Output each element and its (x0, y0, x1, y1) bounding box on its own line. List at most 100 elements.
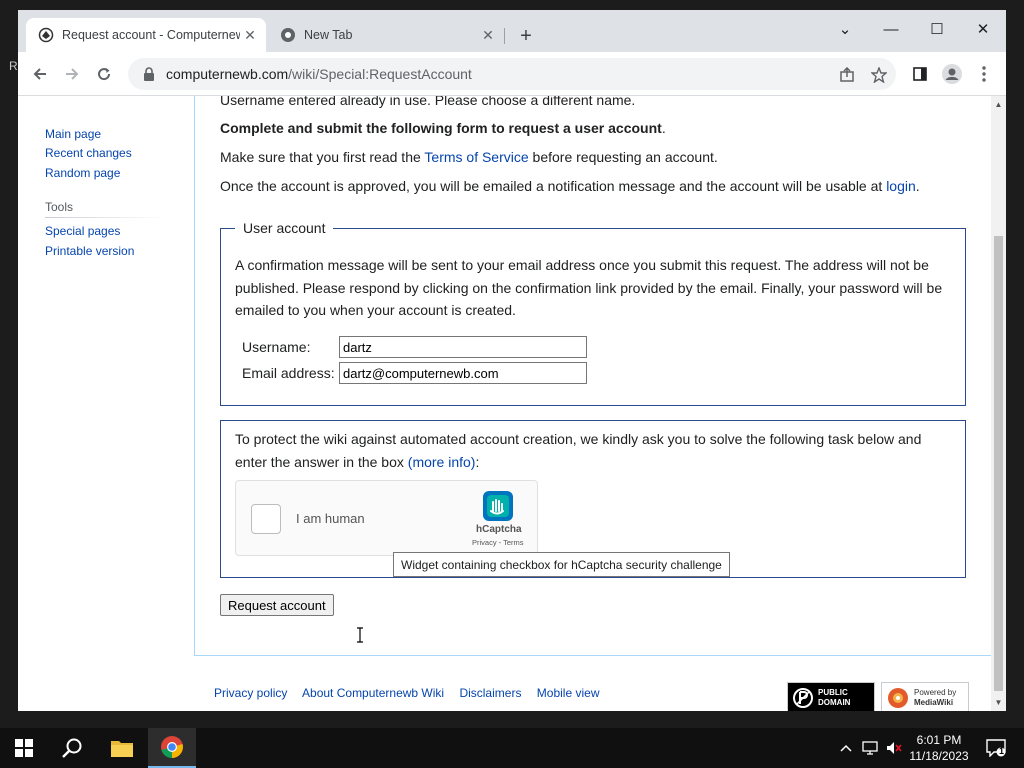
request-account-button[interactable]: Request account (220, 594, 334, 616)
bookmark-star-icon[interactable] (870, 66, 888, 84)
login-link[interactable]: login (886, 178, 916, 194)
profile-button[interactable] (938, 60, 966, 88)
mediawiki-badge-text: Powered by MediaWiki (914, 688, 956, 708)
sidebar-item-special-pages[interactable]: Special pages (45, 224, 120, 238)
wiki-favicon-icon (38, 27, 54, 43)
text-cursor-icon (357, 627, 363, 643)
minimize-button[interactable]: — (868, 14, 914, 44)
hcaptcha-checkbox[interactable] (251, 504, 281, 534)
tab-title: Request account - Computernewb Wiki (62, 28, 240, 42)
reload-button[interactable] (90, 60, 118, 88)
desktop-edge-text: R (9, 59, 18, 73)
mediawiki-badge-bottom: MediaWiki (914, 697, 954, 707)
email-label: Email address: (242, 365, 335, 381)
captcha-section: To protect the wiki against automated ac… (220, 420, 966, 578)
more-info-link[interactable]: (more info) (408, 454, 476, 470)
menu-button[interactable] (970, 60, 998, 88)
footer-disclaimers-link[interactable]: Disclaimers (459, 686, 521, 700)
hcaptcha-widget[interactable]: I am human hCaptcha Privacy - Terms (235, 480, 538, 556)
username-label: Username: (242, 339, 311, 355)
volume-muted-icon[interactable] (886, 740, 902, 756)
footer-privacy-policy-link[interactable]: Privacy policy (214, 686, 287, 700)
close-window-button[interactable]: ✕ (960, 14, 1006, 44)
page-scrollbar[interactable]: ▲ ▼ (991, 96, 1006, 711)
search-button[interactable] (48, 728, 96, 768)
chrome-taskbar-button[interactable] (148, 728, 196, 768)
footer-links: Privacy policy About Computernewb Wiki D… (214, 686, 612, 700)
windows-logo-icon (15, 739, 33, 757)
public-domain-badge[interactable]: PUBLIC DOMAIN (787, 682, 875, 711)
page-viewport: Main page Recent changes Random page Too… (18, 96, 991, 711)
tab-request-account[interactable]: Request account - Computernewb Wiki ✕ (26, 18, 266, 52)
terms-of-service-link[interactable]: Terms of Service (424, 149, 528, 165)
maximize-button[interactable]: ☐ (914, 14, 960, 44)
scroll-up-arrow-icon[interactable]: ▲ (994, 100, 1003, 109)
hcaptcha-privacy-terms[interactable]: Privacy - Terms (472, 538, 524, 547)
hcaptcha-tooltip: Widget containing checkbox for hCaptcha … (393, 552, 730, 577)
tab-new-tab[interactable]: New Tab ✕ (268, 18, 504, 52)
notification-count: 1 (999, 746, 1005, 756)
username-field[interactable] (339, 336, 587, 358)
form-instruction-bold: Complete and submit the following form t… (220, 120, 662, 136)
address-bar[interactable]: computernewb.com/wiki/Special:RequestAcc… (128, 58, 896, 90)
powered-by-mediawiki-badge[interactable]: Powered by MediaWiki (881, 682, 969, 711)
sidebar-item-main-page[interactable]: Main page (45, 127, 101, 141)
chrome-icon (161, 736, 183, 758)
footer-mobile-view-link[interactable]: Mobile view (537, 686, 600, 700)
start-button[interactable] (0, 728, 48, 768)
mediawiki-flower-icon (888, 687, 908, 708)
error-message: Username entered already in use. Please … (220, 96, 636, 108)
mediawiki-badge-top: Powered by (914, 687, 957, 697)
back-button[interactable] (26, 60, 54, 88)
folder-icon (111, 741, 133, 757)
form-instruction: Complete and submit the following form t… (220, 120, 666, 136)
system-clock[interactable]: 6:01 PM 11/18/2023 (904, 732, 974, 764)
notification-center-icon[interactable]: 1 (984, 739, 1008, 757)
captcha-instructions: To protect the wiki against automated ac… (235, 431, 922, 470)
forward-button[interactable] (58, 60, 86, 88)
network-icon[interactable] (862, 740, 878, 756)
scroll-down-arrow-icon[interactable]: ▼ (994, 698, 1003, 707)
side-panel-button[interactable] (906, 60, 934, 88)
user-account-fieldset: User account A confirmation message will… (220, 220, 966, 406)
back-arrow-icon (33, 68, 46, 80)
tab-close-icon[interactable]: ✕ (478, 25, 498, 45)
file-explorer-button[interactable] (98, 728, 146, 768)
show-hidden-icons-chevron-icon[interactable] (838, 740, 854, 756)
side-panel-icon (913, 67, 927, 81)
reload-icon (98, 68, 111, 81)
tab-strip: Request account - Computernewb Wiki ✕ Ne… (18, 10, 1006, 52)
user-account-legend: User account (235, 220, 334, 236)
sidebar-item-recent-changes[interactable]: Recent changes (45, 146, 132, 160)
footer-about-link[interactable]: About Computernewb Wiki (302, 686, 444, 700)
content-area: Username entered already in use. Please … (194, 96, 991, 656)
lock-icon[interactable] (142, 67, 156, 81)
url-path: /wiki/Special:RequestAccount (288, 66, 472, 82)
tab-title: New Tab (304, 28, 353, 42)
hcaptcha-brand: hCaptcha (476, 524, 522, 535)
clock-time: 6:01 PM (916, 733, 962, 747)
public-domain-icon (793, 687, 813, 708)
browser-window: Request account - Computernewb Wiki ✕ Ne… (18, 10, 1006, 711)
clock-date: 11/18/2023 (909, 749, 969, 763)
email-field[interactable] (339, 362, 587, 384)
browser-toolbar: computernewb.com/wiki/Special:RequestAcc… (18, 52, 1006, 96)
url-host: computernewb.com (166, 66, 289, 82)
hcaptcha-label: I am human (296, 511, 365, 526)
share-icon[interactable] (838, 66, 856, 84)
tab-close-icon[interactable]: ✕ (240, 25, 260, 45)
sidebar-divider (45, 217, 167, 218)
sidebar-tools-heading: Tools (45, 200, 74, 214)
hcaptcha-logo-icon (483, 491, 513, 521)
new-tab-button[interactable]: + (514, 24, 538, 48)
scrollbar-thumb[interactable] (994, 236, 1003, 691)
tab-search-icon[interactable]: ⌄ (822, 14, 868, 44)
taskbar: 6:01 PM 11/18/2023 1 (0, 728, 1024, 768)
public-domain-text: PUBLIC DOMAIN (818, 687, 851, 707)
tab-separator (504, 28, 505, 44)
sidebar-item-random-page[interactable]: Random page (45, 166, 120, 180)
kebab-menu-icon (982, 66, 986, 82)
forward-arrow-icon (66, 68, 79, 80)
sidebar-item-printable-version[interactable]: Printable version (45, 244, 134, 258)
confirmation-description: A confirmation message will be sent to y… (235, 257, 943, 318)
